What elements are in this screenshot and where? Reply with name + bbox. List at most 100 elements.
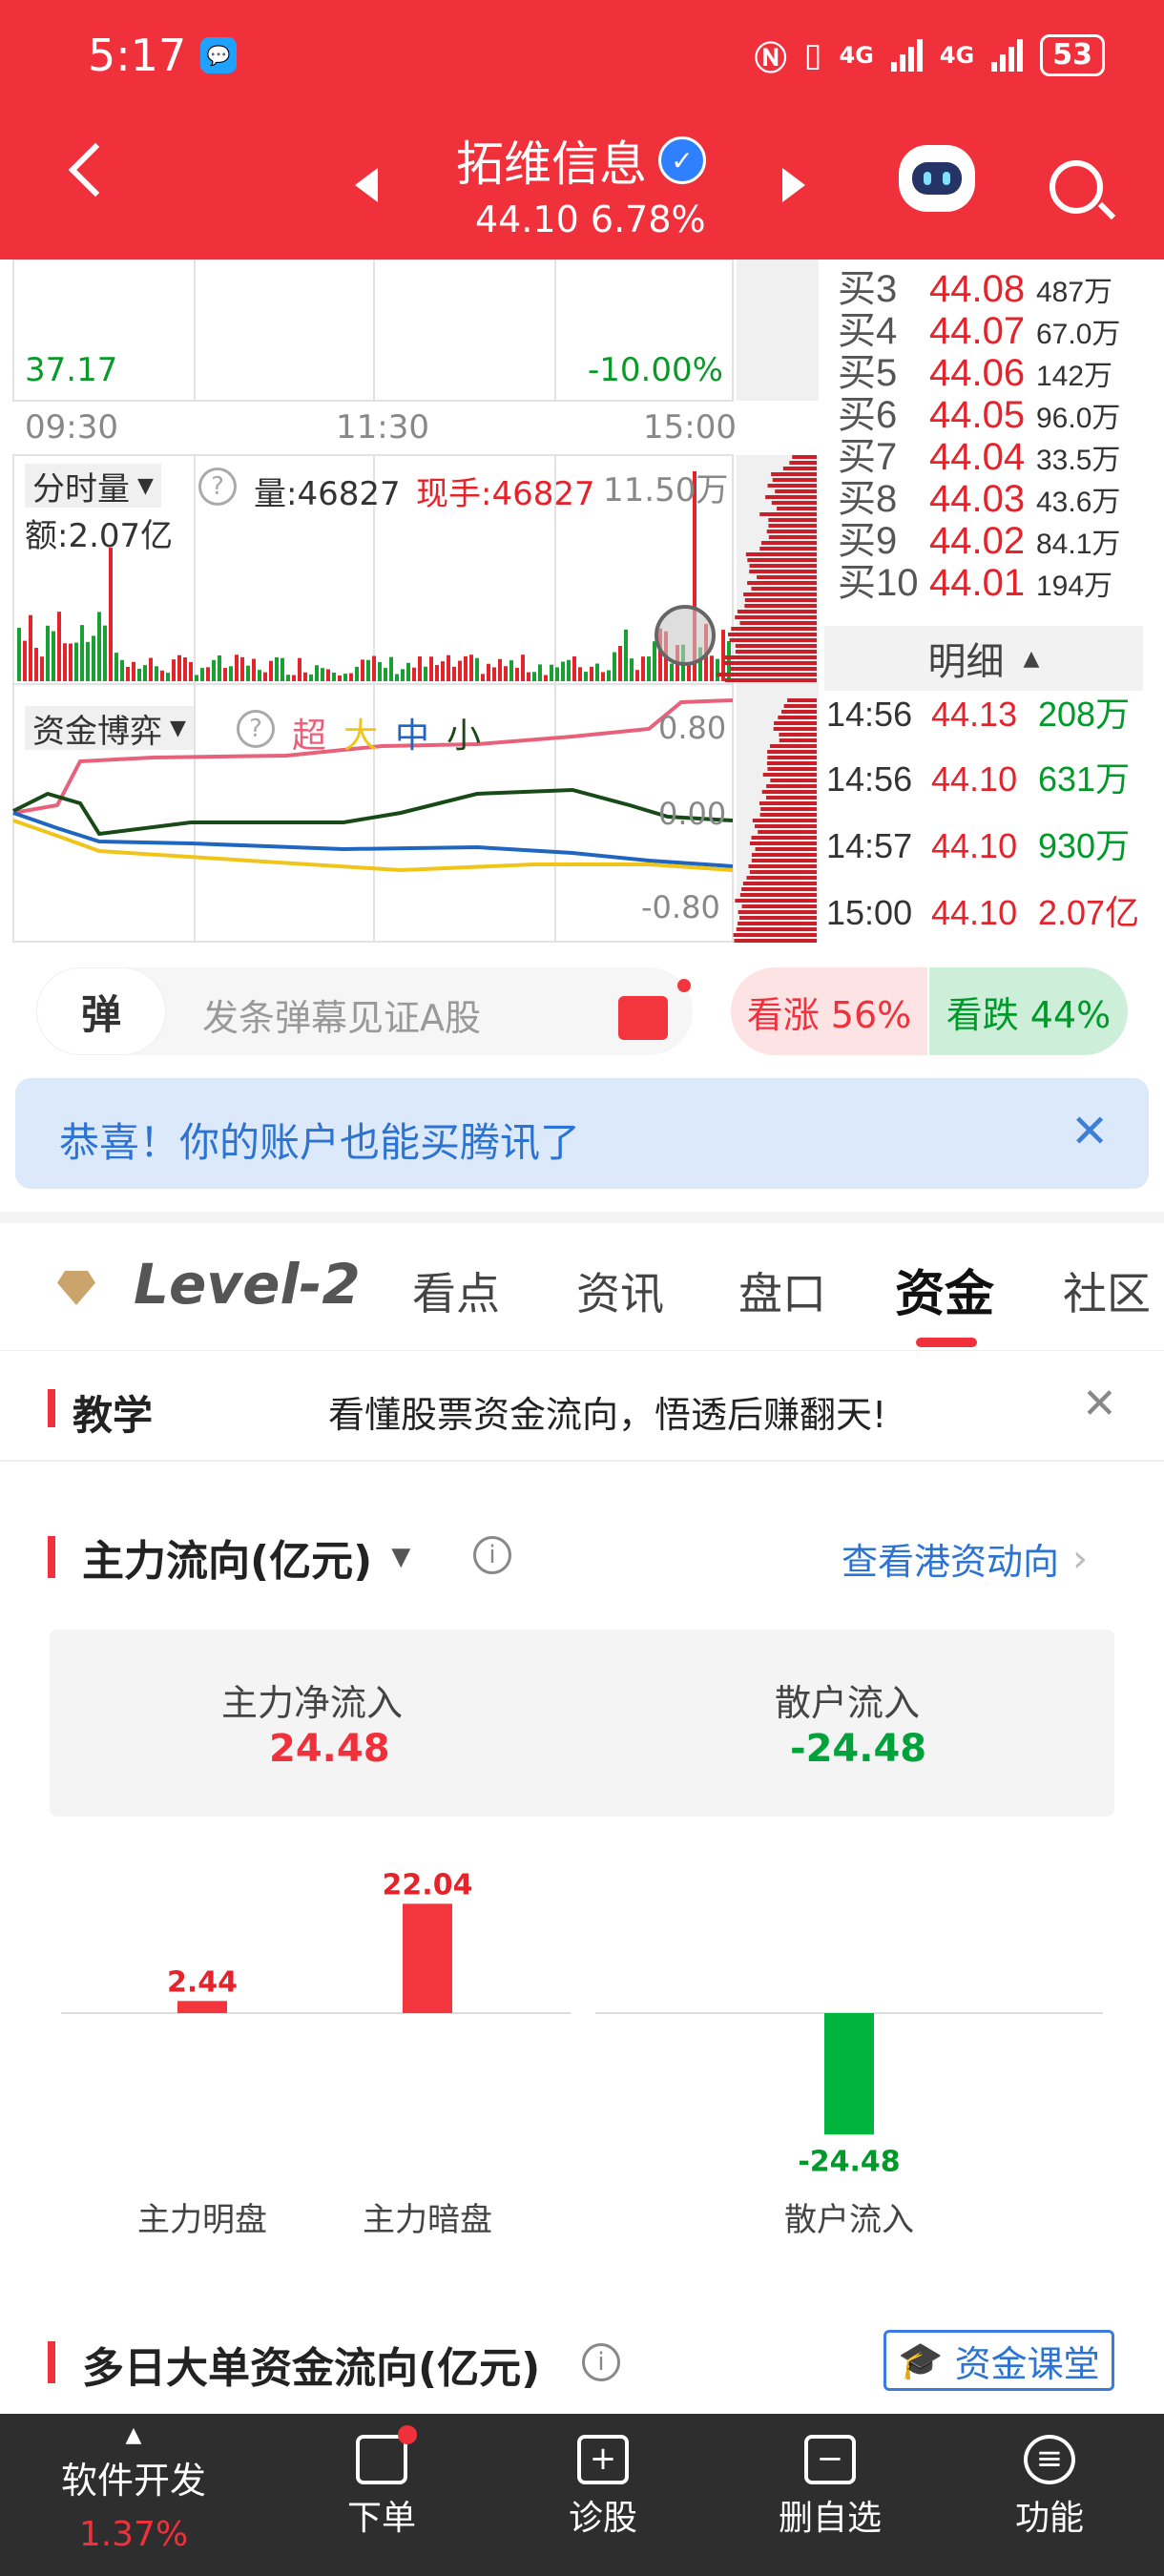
volume-bar [338, 675, 342, 681]
depth-bar [761, 790, 817, 794]
depth-bar [779, 738, 817, 742]
volume-bar [521, 654, 525, 681]
tab-news[interactable]: 资讯 [576, 1259, 664, 1322]
volume-bar [710, 655, 714, 681]
next-stock-icon[interactable] [782, 168, 805, 202]
retail-value: -24.48 [790, 1727, 927, 1771]
stock-sector-button[interactable]: ▲ 软件开发 1.37% [48, 2423, 219, 2554]
stock-title[interactable]: 拓维信息 ✓ [456, 126, 706, 195]
main-flow-title[interactable]: 主力流向(亿元) ▼ [82, 1527, 410, 1588]
robot-assistant-icon[interactable] [899, 145, 975, 212]
fund-legend: 超 大 中 小 [292, 708, 481, 758]
volume-indicator-select[interactable]: 分时量 ▼ [25, 464, 161, 509]
depth-bar [766, 761, 817, 765]
flow-bar [177, 2001, 227, 2013]
main-flow-title-text: 主力流向(亿元) [82, 1537, 373, 1586]
detail-price: 44.10 [931, 759, 1018, 799]
depth-bar [735, 650, 817, 654]
fund-class-button[interactable]: 🎓 资金课堂 [883, 2330, 1114, 2391]
volume-bar [481, 674, 485, 681]
volume-bar [109, 548, 113, 681]
fund-indicator-select[interactable]: 资金博弈 ▼ [25, 706, 194, 751]
tab-pankou[interactable]: 盘口 [738, 1259, 826, 1322]
depth-bar [751, 853, 817, 857]
order-button[interactable]: 下单 [324, 2425, 439, 2540]
help-icon[interactable]: ? [237, 710, 275, 748]
hk-fund-link[interactable]: 查看港资动向 › [842, 1532, 1088, 1585]
intraday-chart[interactable]: 37.17 -10.00% 09:30 11:30 15:00 分时量 ▼ ? 量… [0, 260, 821, 946]
close-icon[interactable]: ✕ [1082, 1380, 1117, 1428]
info-icon[interactable]: i [473, 1536, 511, 1574]
tab-funds[interactable]: 资金 [895, 1254, 994, 1325]
volume-bar [332, 672, 336, 681]
multi-day-title: 多日大单资金流向(亿元) [82, 2344, 541, 2393]
net-inflow-label: 主力净流入 [221, 1682, 404, 1724]
legend-medium: 中 [395, 717, 430, 756]
prev-stock-icon[interactable] [355, 168, 378, 202]
close-icon[interactable]: ✕ [1070, 1105, 1109, 1158]
back-arrow-icon[interactable] [68, 142, 123, 197]
depth-bar [747, 558, 817, 562]
fall-vote-button[interactable]: 看跌 44% [929, 967, 1128, 1055]
tab-kandian[interactable]: 看点 [412, 1259, 500, 1322]
menu-circle-icon: ≡ [1024, 2435, 1075, 2484]
depth-bar [766, 530, 817, 533]
order-book-row[interactable]: 买10 44.01 194万 [838, 551, 1112, 607]
depth-bar [774, 721, 817, 725]
rise-vote-button[interactable]: 看涨 56% [731, 967, 927, 1055]
functions-button[interactable]: ≡ 功能 [992, 2427, 1107, 2540]
gift-icon[interactable] [618, 996, 668, 1040]
depth-bar [741, 887, 817, 891]
volume-bar [498, 658, 502, 681]
detail-header[interactable]: 明细 ▲ [824, 626, 1143, 691]
volume-bar [584, 672, 588, 681]
danmu-bar[interactable]: 弹 发条弹幕见证A股 [36, 967, 693, 1055]
volume-bar [532, 672, 536, 681]
danmu-input[interactable]: 发条弹幕见证A股 [202, 988, 481, 1041]
teach-row[interactable]: 教学 看懂股票资金流向，悟透后赚翻天! ✕ [0, 1351, 1164, 1462]
flow-summary-card: 主力净流入 24.48 散户流入 -24.48 [50, 1630, 1114, 1817]
depth-bar [738, 922, 817, 925]
flow-bar-value: 2.44 [167, 1965, 238, 1999]
volume-bar [263, 672, 267, 681]
current-hand-label: 现手:46827 [416, 475, 595, 513]
section-marker [48, 2341, 55, 2383]
status-right: Ⓝ ▯ 4G 4G 53 [755, 29, 1105, 82]
message-notification-icon: 💬 [191, 29, 237, 82]
depth-bar [777, 507, 817, 510]
depth-bar [724, 655, 817, 659]
diagnose-button[interactable]: + 诊股 [546, 2427, 660, 2540]
help-icon[interactable]: ? [198, 467, 237, 506]
tab-level2[interactable]: Level-2 [134, 1252, 361, 1317]
tab-community[interactable]: 社区 [1063, 1259, 1151, 1322]
volume-bar [458, 660, 462, 681]
danmu-toggle[interactable]: 弹 [36, 967, 166, 1055]
search-icon[interactable] [1050, 160, 1103, 214]
teach-title: 教学 [73, 1392, 154, 1439]
bottom-nav: ▲ 软件开发 1.37% 下单 + 诊股 − 删自选 ≡ 功能 [0, 2414, 1164, 2576]
volume-bar [406, 662, 410, 681]
flow-bar [824, 2013, 874, 2135]
depth-bar [765, 495, 817, 499]
depth-bar [773, 727, 817, 731]
depth-bar [738, 910, 817, 914]
volume-bar [326, 669, 330, 681]
depth-bar [765, 796, 817, 800]
detail-row: 15:00 44.10 2.07亿 [826, 885, 1139, 935]
sector-change: 1.37% [78, 2515, 189, 2554]
volume-bar [716, 658, 719, 681]
remove-watchlist-button[interactable]: − 删自选 [763, 2427, 897, 2540]
detail-row: 14:57 44.10 930万 [826, 819, 1130, 868]
depth-bar [735, 899, 817, 903]
depth-bar [744, 598, 817, 602]
promo-banner[interactable]: 恭喜！你的账户也能买腾讯了 ✕ [15, 1078, 1149, 1189]
net-inflow-value: 24.48 [269, 1727, 390, 1771]
depth-bar [724, 678, 817, 682]
volume-bar [412, 667, 416, 681]
info-icon[interactable]: i [582, 2343, 620, 2381]
caret-up-icon: ▲ [125, 2423, 142, 2447]
volume-max-label: 11.50万 [603, 471, 729, 509]
depth-bar [731, 627, 817, 631]
depth-bar [744, 604, 817, 608]
expand-icon[interactable] [655, 605, 716, 666]
